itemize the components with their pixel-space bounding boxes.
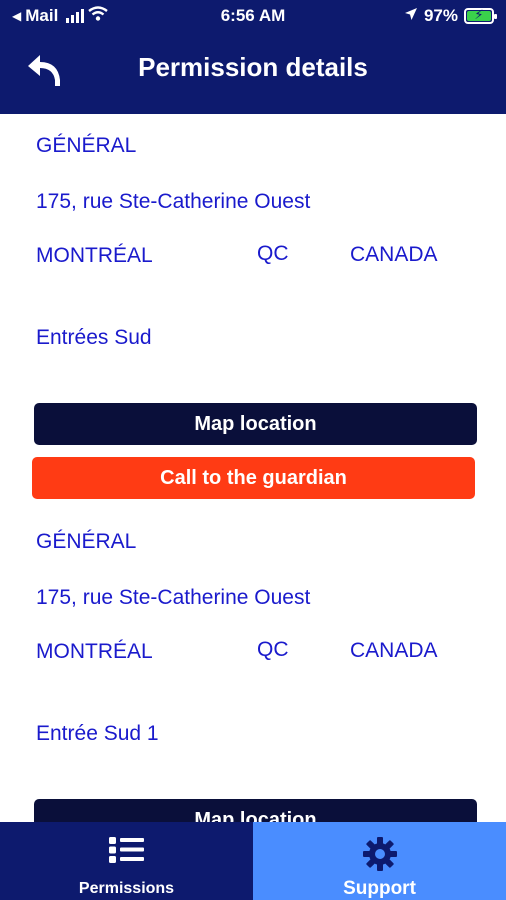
status-right: 97% ⚡ — [404, 6, 497, 26]
tab-label: Support — [343, 878, 416, 899]
gear-icon — [253, 836, 506, 877]
entrance-text: Entrées Sud — [36, 326, 152, 349]
tab-support[interactable]: Support — [253, 822, 506, 900]
tab-label: Permissions — [78, 880, 175, 897]
city-text: MONTRÉAL — [36, 244, 153, 267]
province-text: QC — [257, 242, 289, 265]
list-icon — [0, 836, 253, 869]
province-text: QC — [257, 638, 289, 661]
city-text: MONTRÉAL — [36, 640, 153, 663]
address-text: 175, rue Ste-Catherine Ouest — [36, 190, 311, 213]
status-bar: ◀ Mail 6:56 AM 97% ⚡ — [0, 0, 506, 32]
category-label: GÉNÉRAL — [36, 530, 137, 553]
address-text: 175, rue Ste-Catherine Ouest — [36, 586, 311, 609]
permission-list[interactable]: GÉNÉRAL 175, rue Ste-Catherine Ouest MON… — [0, 114, 506, 822]
entrance-text: Entrée Sud 1 — [36, 722, 159, 745]
category-label: GÉNÉRAL — [36, 134, 137, 157]
map-location-button[interactable]: Map location — [34, 403, 477, 445]
tab-bar: Permissions Support — [0, 822, 506, 900]
battery-percent: 97% — [423, 6, 458, 25]
page-title: Permission details — [138, 52, 368, 82]
call-guardian-button[interactable]: Call to the guardian — [32, 457, 475, 499]
country-text: CANADA — [350, 243, 438, 266]
country-text: CANADA — [350, 639, 438, 662]
tab-permissions[interactable]: Permissions — [0, 822, 253, 900]
map-location-button[interactable]: Map location — [34, 799, 477, 822]
battery-charging-icon: ⚡ — [464, 7, 497, 24]
nav-bar: Permission details — [0, 32, 506, 114]
location-arrow-icon — [404, 6, 418, 26]
